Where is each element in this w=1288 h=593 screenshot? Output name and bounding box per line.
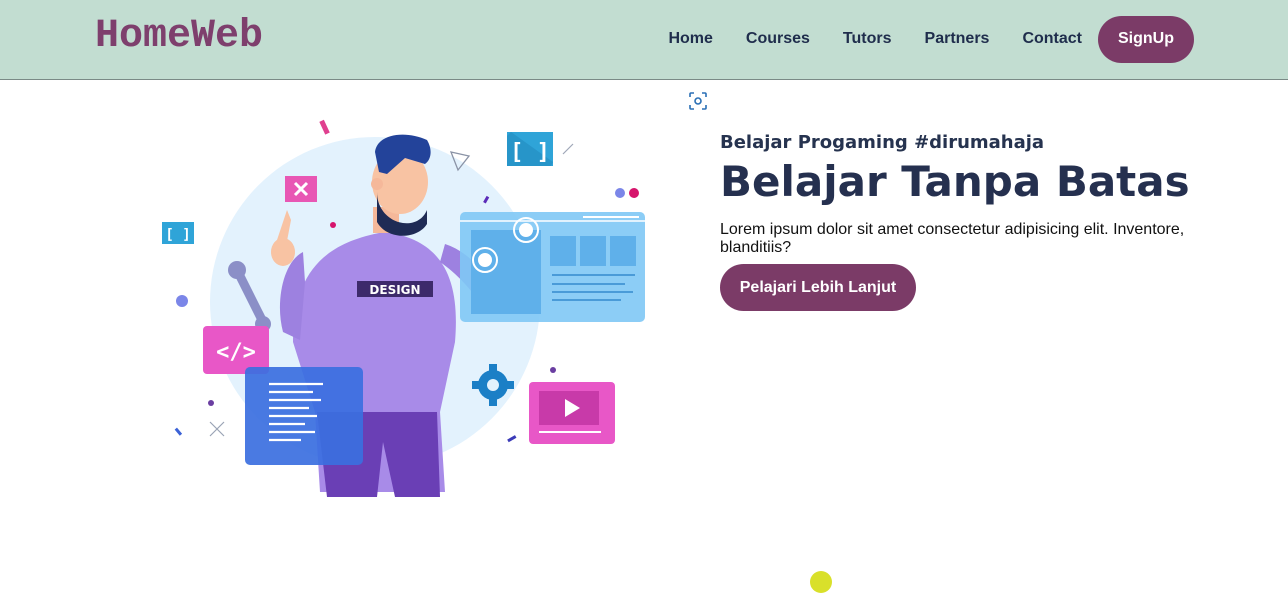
focus-capture-icon[interactable]	[689, 92, 707, 110]
hero-text: Belajar Progaming #dirumahaja Belajar Ta…	[720, 132, 1200, 311]
brand-logo[interactable]: HomeWeb	[95, 14, 263, 59]
bracket-icon-large: [ ]	[507, 132, 553, 166]
nav-link-courses[interactable]: Courses	[746, 30, 810, 48]
hero-description: Lorem ipsum dolor sit amet consectetur a…	[720, 221, 1185, 256]
learn-more-button[interactable]: Pelajari Lebih Lanjut	[720, 264, 916, 311]
svg-text:[ ]: [ ]	[510, 140, 550, 165]
hero-title: Belajar Tanpa Batas	[720, 157, 1190, 206]
nav-link-contact[interactable]: Contact	[1022, 30, 1082, 48]
nav-link-tutors[interactable]: Tutors	[843, 30, 892, 48]
decorative-dot	[810, 571, 832, 593]
hero-subtitle: Belajar Progaming #dirumahaja	[720, 132, 1045, 153]
nav-link-home[interactable]: Home	[668, 30, 712, 48]
navbar: HomeWeb Home Courses Tutors Partners Con…	[0, 0, 1288, 80]
hero-illustration: [ ] [ ] DESIGN </>	[162, 119, 645, 497]
svg-text:</>: </>	[216, 340, 256, 365]
shirt-design-text: DESIGN	[369, 283, 420, 297]
main-nav: Home Courses Tutors Partners Contact Sig…	[668, 0, 1194, 78]
signup-button[interactable]: SignUp	[1098, 15, 1194, 63]
nav-link-partners[interactable]: Partners	[925, 30, 990, 48]
svg-text:[ ]: [ ]	[165, 227, 190, 243]
bracket-icon-small: [ ]	[162, 222, 194, 244]
